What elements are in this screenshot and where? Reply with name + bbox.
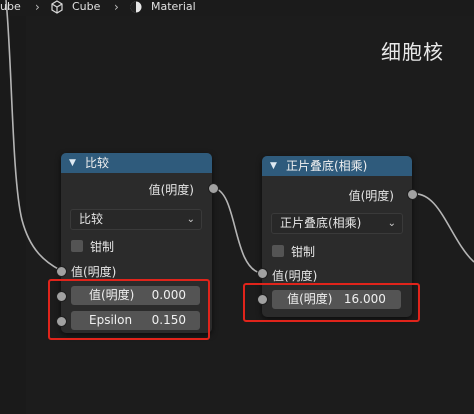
link-wire: [212, 187, 262, 274]
select-value: 正片叠底(相乘): [280, 216, 362, 230]
node-multiply-clamp-label: 钳制: [291, 245, 316, 259]
node-multiply-header[interactable]: ▼ 正片叠底(相乘): [262, 156, 412, 176]
node-multiply-clamp-checkbox[interactable]: [272, 245, 284, 257]
node-multiply-output-label: 值(明度): [348, 189, 394, 203]
node-multiply-mode-select[interactable]: 正片叠底(相乘) ⌄: [271, 213, 403, 234]
node-compare-input-socket[interactable]: [56, 266, 67, 277]
link-wire: [5, 0, 61, 271]
node-multiply-title: 正片叠底(相乘): [286, 159, 368, 173]
node-compare-output-socket[interactable]: [208, 183, 219, 194]
highlight-box: [243, 283, 420, 322]
node-compare-header[interactable]: ▼ 比较: [61, 153, 212, 173]
node-multiply-input-label: 值(明度): [272, 269, 318, 283]
chevron-down-icon: ⌄: [186, 214, 195, 225]
node-compare-title: 比较: [85, 156, 110, 170]
node-compare-clamp-label: 钳制: [90, 240, 115, 254]
node-compare-input-label: 值(明度): [71, 265, 117, 279]
chevron-down-icon: ⌄: [387, 218, 396, 229]
link-wire: [411, 193, 474, 263]
select-value: 比较: [79, 212, 104, 226]
collapse-caret-icon[interactable]: ▼: [69, 153, 76, 173]
node-multiply-input-socket[interactable]: [257, 268, 268, 279]
highlight-box: [48, 279, 210, 340]
collapse-caret-icon[interactable]: ▼: [270, 156, 277, 176]
node-compare-mode-select[interactable]: 比较 ⌄: [70, 209, 202, 230]
node-compare-clamp-checkbox[interactable]: [71, 240, 83, 252]
node-compare-output-label: 值(明度): [148, 183, 194, 197]
node-multiply-output-socket[interactable]: [407, 189, 418, 200]
